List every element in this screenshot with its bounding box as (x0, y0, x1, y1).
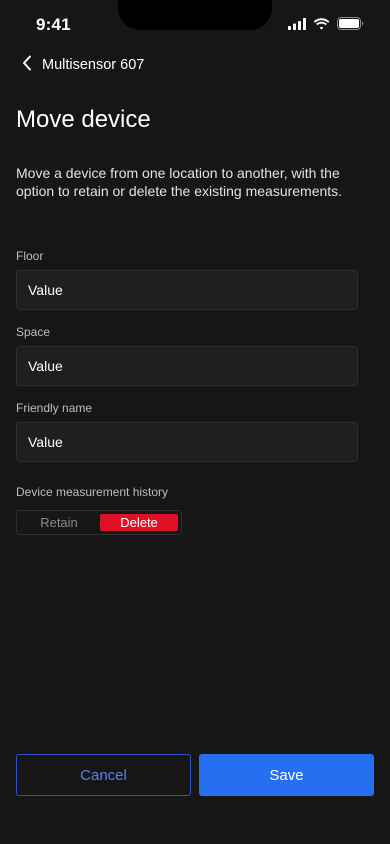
floor-input[interactable] (16, 270, 358, 310)
status-icons (288, 17, 364, 30)
back-button[interactable]: Multisensor 607 (22, 53, 144, 77)
space-label: Space (16, 325, 51, 339)
device-notch (118, 0, 272, 30)
wifi-icon (313, 17, 330, 30)
retain-option[interactable]: Retain (20, 514, 98, 531)
space-input[interactable] (16, 346, 358, 386)
friendly-name-label: Friendly name (16, 401, 93, 415)
chevron-left-icon (22, 55, 32, 76)
battery-icon (337, 17, 364, 30)
page-description: Move a device from one location to anoth… (16, 165, 343, 199)
status-time: 9:41 (36, 15, 71, 34)
cellular-signal-icon (288, 17, 306, 30)
back-button-label: Multisensor 607 (42, 57, 145, 73)
delete-option[interactable]: Delete (100, 514, 178, 531)
page-title: Move device (16, 106, 151, 133)
measurement-history-toggle: Retain Delete (16, 510, 182, 535)
status-bar: 9:41 (0, 0, 390, 50)
cancel-button[interactable]: Cancel (16, 754, 191, 796)
save-button[interactable]: Save (199, 754, 374, 796)
floor-label: Floor (16, 249, 44, 263)
friendly-name-input[interactable] (16, 422, 358, 462)
measurement-history-label: Device measurement history (16, 485, 169, 499)
